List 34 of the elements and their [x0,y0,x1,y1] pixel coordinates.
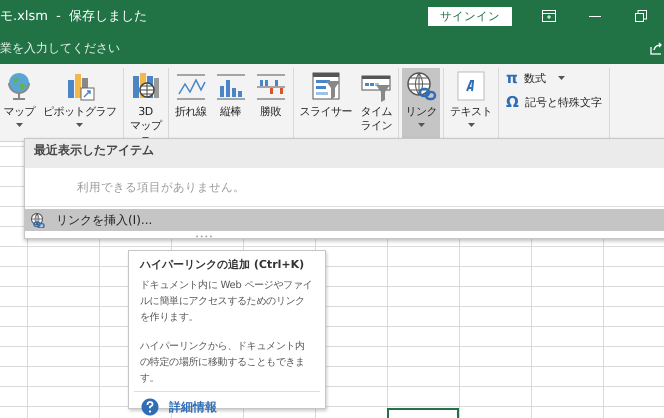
ribbon-button[interactable]: ピボットグラフ [40,68,120,138]
empty-message: 利用できる項目がありません。 [25,168,664,207]
window-title: モ.xlsm - 保存しました [0,8,148,25]
tooltip-text: ドキュメント内に Web ページやファイルに簡単にアクセスするためのリンクを作ります。 [140,278,314,325]
share-icon [650,41,662,55]
caret-icon [16,123,22,127]
slicer-icon [310,70,342,102]
ribbon-button[interactable]: 勝敗 [252,68,290,138]
caret-icon [76,123,84,127]
ribbon-button[interactable]: リンク [402,68,440,138]
tell-me-field[interactable]: 業を入力してください [0,41,200,55]
menu-item[interactable]: リンクを挿入(I)... [25,208,664,232]
tooltip-text: ハイパーリンクから、ドキュメント内の特定の場所に移動することもできます。 [140,340,306,386]
ribbon-button[interactable]: 縦棒 [212,68,250,138]
globe-link-icon [30,212,46,228]
caret-icon [558,76,565,80]
ribbon-button[interactable]: スライサー [296,68,355,138]
tooltip-title: ハイパーリンクの追加 (Ctrl+K) [140,257,306,272]
ribbon-button[interactable]: π 数式 [502,68,606,88]
ribbon-button[interactable]: テキスト [447,68,495,138]
restore-icon [635,10,647,22]
ribbon-display-icon [542,10,556,22]
sign-in-button[interactable]: サインイン [428,6,512,26]
ribbon-button[interactable]: タイム ライン [357,68,395,138]
globe-link-icon [405,70,437,102]
menu-section-header: 最近表示したアイテム [25,139,664,168]
ribbon-button[interactable]: Ω 記号と特殊文字 [502,92,606,112]
help-link[interactable]: 詳細情報 [169,398,217,416]
ribbon-button[interactable]: マップ [0,68,38,138]
ribbon-button[interactable]: 折れ線 [172,68,210,138]
resize-grip-icon [195,235,213,238]
caret-icon [468,123,474,127]
caret-icon [418,123,424,127]
text-box-icon [455,70,487,102]
